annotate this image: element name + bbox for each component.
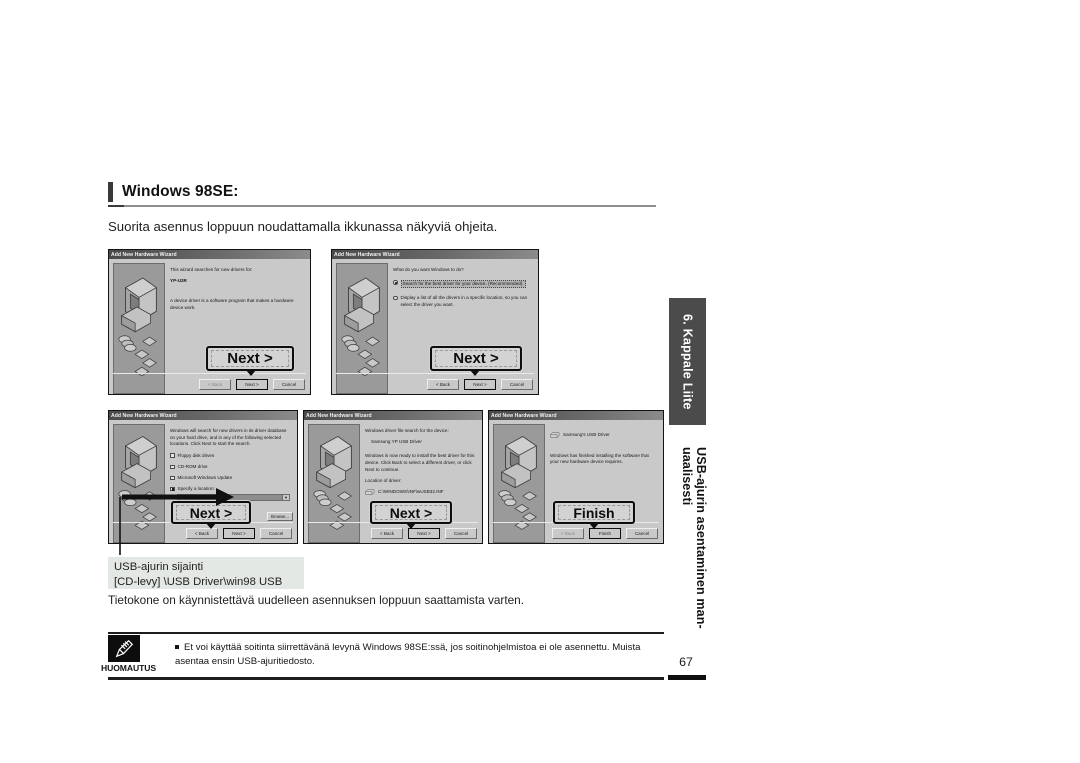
dialog-1-magnifier-tail	[246, 370, 256, 376]
wizard-illustration-icon	[493, 424, 545, 543]
dialog-2-option-1[interactable]: Search for the best driver for your devi…	[393, 279, 531, 289]
page-number-rule	[668, 675, 706, 680]
intro-text: Suorita asennus loppuun noudattamalla ik…	[108, 219, 498, 234]
body-paragraph: Tietokone on käynnistettävä uudelleen as…	[108, 593, 525, 607]
wizard-illustration-icon	[336, 263, 388, 394]
dialog-3-checkbox-cdrom[interactable]: CD-ROM drive	[170, 464, 290, 471]
dialog-1-separator	[113, 373, 306, 374]
drive-icon	[365, 489, 375, 495]
dialog-4-line2: Windows is now ready to install the best…	[365, 453, 475, 472]
dialog-1-device: YP-U2R	[170, 277, 187, 283]
note-text-block: Et voi käyttää soitinta siirrettävänä le…	[175, 641, 665, 670]
dialog-4-buttons: < Back Next > Cancel	[371, 528, 477, 539]
dialog-5-content: Samsung's USB Driver Windows has finishe…	[545, 424, 659, 543]
manual-page: Windows 98SE: Suorita asennus loppuun no…	[0, 0, 1080, 763]
dialog-2-magnified-next: Next >	[430, 346, 522, 371]
dialog-2-separator	[336, 373, 534, 374]
dialog-3-checkbox-floppy[interactable]: Floppy disk drives	[170, 453, 290, 460]
radio-display-list-icon[interactable]	[393, 295, 398, 301]
heading-divider-cap	[108, 205, 124, 207]
page-number: 67	[679, 655, 693, 669]
dialog-1-buttons: < Back Next > Cancel	[199, 379, 305, 390]
dialog-1-cancel-button[interactable]: Cancel	[273, 379, 305, 390]
checkbox-cdrom-icon[interactable]	[170, 464, 175, 470]
dialog-5-line2: Windows has finished installing the soft…	[550, 452, 649, 465]
sidebar-section-title-line1: USB-ajurin asentaminen man-	[694, 447, 708, 629]
dialog-4-back-button[interactable]: < Back	[371, 528, 403, 539]
dialog-2-back-button[interactable]: < Back	[427, 379, 459, 390]
note-bottom-rule	[108, 677, 664, 680]
dialog-4-next-button[interactable]: Next >	[408, 528, 440, 539]
dialog-2-cancel-button[interactable]: Cancel	[501, 379, 533, 390]
dialog-3-titlebar: Add New Hardware Wizard	[109, 411, 297, 420]
dialog-2-question: What do you want Windows to do?	[393, 267, 464, 272]
dialog-1: Add New Hardware Wizard This wizard sear…	[108, 249, 311, 395]
dialog-2-next-button[interactable]: Next >	[464, 379, 496, 390]
note-pencil-icon	[108, 635, 140, 662]
heading-label: Windows 98SE:	[122, 183, 239, 201]
note-text: Et voi käyttää soitinta siirrettävänä le…	[175, 642, 641, 668]
dialog-5-device: Samsung's USB Driver	[563, 432, 610, 437]
dialog-3-checkbox-cdrom-label: CD-ROM drive	[177, 464, 208, 470]
dialog-1-content: This wizard searches for new drivers for…	[165, 263, 306, 394]
page-title: Windows 98SE:	[108, 180, 656, 204]
dialog-2-option-2-label: Display a list of all the drivers in a s…	[400, 295, 528, 307]
note-icon-label: HUOMAUTUS	[101, 663, 156, 673]
dialog-5-magnified-finish: Finish	[553, 501, 635, 524]
dialog-2-buttons: < Back Next > Cancel	[427, 379, 533, 390]
dialog-2-magnifier-tail	[470, 370, 480, 376]
dialog-4-location-path: C:\WINDOWS\INF\wUSB32.INF	[378, 488, 444, 494]
dialog-1-line1: This wizard searches for new drivers for…	[170, 267, 253, 272]
dialog-2-option-2[interactable]: Display a list of all the drivers in a s…	[393, 295, 531, 308]
sidebar-section-title: USB-ajurin asentaminen man- uaalisesti	[662, 447, 708, 662]
dialog-4-titlebar: Add New Hardware Wizard	[304, 411, 482, 420]
heading-divider	[108, 205, 656, 207]
callout-leader-arrow	[119, 488, 234, 555]
dialog-4-location-row: C:\WINDOWS\INF\wUSB32.INF	[365, 489, 475, 496]
dialog-2-content: What do you want Windows to do? Search f…	[388, 263, 534, 394]
dialog-5-cancel-button[interactable]: Cancel	[626, 528, 658, 539]
dialog-5-back-button[interactable]: < Back	[552, 528, 584, 539]
dialog-1-titlebar: Add New Hardware Wizard	[109, 250, 310, 259]
dialog-4-location-label: Location of driver:	[365, 478, 402, 484]
dialog-5-titlebar: Add New Hardware Wizard	[489, 411, 663, 420]
dialog-4-content: Windows driver file search for the devic…	[360, 424, 478, 543]
dialog-1-magnified-next: Next >	[206, 346, 294, 371]
dialog-1-line2: A device driver is a software program th…	[170, 298, 294, 310]
dialog-4: Add New Hardware Wizard Windows driver f…	[303, 410, 483, 544]
dialog-5: Add New Hardware Wizard Samsung's USB Dr…	[488, 410, 664, 544]
dialog-4-cancel-button[interactable]: Cancel	[445, 528, 477, 539]
note-top-rule	[108, 632, 664, 634]
dialog-3-line1: Windows will search for new drivers in i…	[170, 428, 287, 447]
wizard-illustration-icon	[113, 263, 165, 394]
checkbox-floppy-icon[interactable]	[170, 453, 175, 458]
dialog-1-back-button[interactable]: < Back	[199, 379, 231, 390]
dialog-2-titlebar: Add New Hardware Wizard	[332, 250, 538, 259]
radio-search-best-driver-icon[interactable]	[393, 280, 398, 285]
dialog-4-device: Samsung YP USB Driver	[371, 438, 422, 444]
heading-accent-bar	[108, 182, 113, 202]
drive-icon	[550, 432, 560, 439]
dialog-2-option-1-label: Search for the best driver for your devi…	[400, 279, 526, 289]
dialog-1-next-button[interactable]: Next >	[236, 379, 268, 390]
dialog-4-line1: Windows driver file search for the devic…	[365, 428, 449, 433]
dialog-5-device-row: Samsung's USB Driver	[550, 432, 656, 439]
sidebar-chapter-label: 6. Kappale Liite	[680, 313, 695, 410]
dialog-5-magnifier-tail	[589, 523, 599, 529]
dialog-2: Add New Hardware Wizard What do you want…	[331, 249, 539, 395]
note-bullet-icon	[175, 645, 179, 649]
sidebar-section-title-line2: uaalisesti	[679, 447, 694, 506]
wizard-illustration-icon	[308, 424, 360, 543]
dialog-3-checkbox-floppy-label: Floppy disk drives	[177, 452, 215, 458]
dialog-5-buttons: < Back Finish Cancel	[552, 528, 658, 539]
dialog-4-magnifier-tail	[406, 523, 416, 529]
dialog-4-magnified-next: Next >	[370, 501, 452, 524]
dialog-5-finish-button[interactable]: Finish	[589, 528, 621, 539]
